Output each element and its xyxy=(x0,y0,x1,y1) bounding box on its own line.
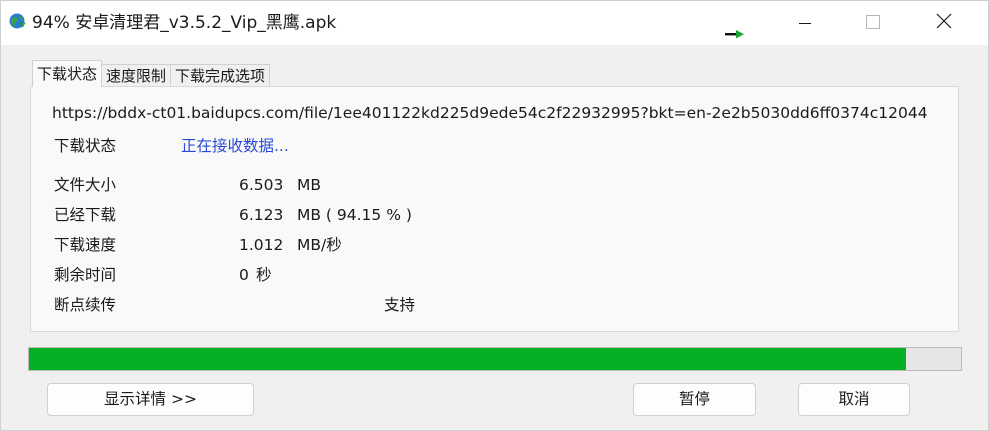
downloaded-label: 已经下载 xyxy=(54,206,117,224)
download-progress-bar xyxy=(28,347,962,371)
dialog-body: 下载状态 速度限制 下载完成选项 https://bddx-ct01.baidu… xyxy=(1,45,988,430)
tab-strip: 下载状态 速度限制 下载完成选项 xyxy=(32,60,271,87)
cancel-button[interactable]: 取消 xyxy=(798,383,910,416)
file-size-value: 6.503 xyxy=(239,176,284,194)
file-size-label: 文件大小 xyxy=(54,176,117,194)
download-window: 94% 安卓清理君_v3.5.2_Vip_黑鹰.apk 下载状态 速度限制 下载… xyxy=(0,0,989,431)
tab-completion-options[interactable]: 下载完成选项 xyxy=(170,64,271,87)
speed-value: 1.012 xyxy=(239,236,284,254)
downloaded-value: 6.123 xyxy=(239,206,284,224)
status-label: 下载状态 xyxy=(54,137,117,155)
status-panel: https://bddx-ct01.baidupcs.com/file/1ee4… xyxy=(30,86,959,332)
resume-support-value: 支持 xyxy=(384,296,416,314)
maximize-icon xyxy=(866,14,880,33)
title-bar[interactable]: 94% 安卓清理君_v3.5.2_Vip_黑鹰.apk xyxy=(1,1,988,45)
minimize-icon xyxy=(799,14,811,33)
download-url: https://bddx-ct01.baidupcs.com/file/1ee4… xyxy=(52,104,928,122)
minimize-button[interactable] xyxy=(782,1,828,45)
remaining-time-value: 0 xyxy=(239,266,249,284)
tab-download-status[interactable]: 下载状态 xyxy=(32,60,103,87)
close-icon xyxy=(936,13,952,33)
status-value: 正在接收数据... xyxy=(181,137,289,155)
maximize-button[interactable] xyxy=(850,1,896,45)
remaining-time-label: 剩余时间 xyxy=(54,266,117,284)
show-details-button[interactable]: 显示详情 >> xyxy=(47,383,254,416)
resume-support-label: 断点续传 xyxy=(54,296,117,314)
file-size-unit: MB xyxy=(297,176,322,194)
globe-download-icon xyxy=(8,12,26,30)
tab-speed-limit[interactable]: 速度限制 xyxy=(101,64,172,87)
pause-button[interactable]: 暂停 xyxy=(633,383,756,416)
green-arrow-icon[interactable] xyxy=(723,24,747,39)
window-title: 94% 安卓清理君_v3.5.2_Vip_黑鹰.apk xyxy=(32,13,337,33)
speed-unit: MB/秒 xyxy=(297,236,342,254)
progress-fill xyxy=(29,348,907,370)
downloaded-unit: MB ( 94.15 % ) xyxy=(297,206,412,224)
close-button[interactable] xyxy=(921,1,967,45)
speed-label: 下载速度 xyxy=(54,236,117,254)
remaining-time-unit: 秒 xyxy=(256,266,272,284)
